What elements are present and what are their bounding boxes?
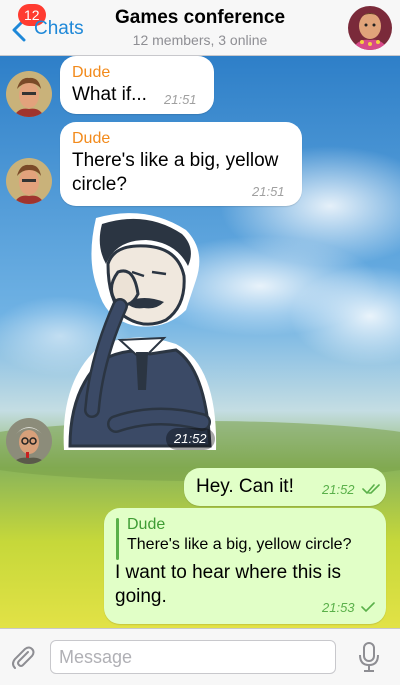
microphone-icon[interactable] xyxy=(356,641,382,673)
message-list[interactable]: Dude What if... 21:51 Dude There's like … xyxy=(0,56,400,628)
message-text-line: There's like a big, yellow xyxy=(72,150,279,171)
sender-avatar[interactable] xyxy=(6,71,52,117)
chat-title-block[interactable]: Games conference 12 members, 3 online xyxy=(94,7,306,49)
reply-quoted-text: There's like a big, yellow circle? xyxy=(127,536,352,553)
chat-header: 12 Chats Games conference 12 members, 3 … xyxy=(0,0,400,56)
sticker-time: 21:52 xyxy=(166,428,215,450)
sender-name: Dude xyxy=(72,130,111,147)
back-button[interactable]: 12 Chats xyxy=(6,4,98,46)
reply-sender-name: Dude xyxy=(127,516,166,533)
chat-title: Games conference xyxy=(114,7,286,28)
back-label: Chats xyxy=(34,18,84,39)
message-bubble[interactable]: Dude There's like a big, yellow circle? … xyxy=(60,122,302,206)
paperclip-icon[interactable] xyxy=(8,643,36,671)
sender-avatar[interactable] xyxy=(6,158,52,204)
group-avatar[interactable] xyxy=(348,6,392,50)
sender-name: Dude xyxy=(72,64,111,81)
message-time: 21:52 xyxy=(322,482,355,497)
message-time: 21:53 xyxy=(322,600,355,615)
sender-avatar[interactable] xyxy=(6,418,52,464)
message-time: 21:51 xyxy=(252,184,285,199)
reply-indicator xyxy=(116,518,119,560)
message-bubble-outgoing[interactable]: Dude There's like a big, yellow circle? … xyxy=(104,508,386,624)
message-bubble-outgoing[interactable]: Hey. Can it! 21:52 xyxy=(184,468,386,506)
message-time: 21:51 xyxy=(164,92,197,107)
facepalm-sticker[interactable] xyxy=(56,210,222,458)
double-check-icon xyxy=(362,484,380,495)
composer-bar xyxy=(0,628,400,685)
chat-subtitle: 12 members, 3 online xyxy=(132,32,268,48)
check-icon xyxy=(361,602,375,613)
message-text-line: I want to hear where this is xyxy=(115,562,341,583)
message-bubble[interactable]: Dude What if... 21:51 xyxy=(60,56,214,114)
message-input[interactable] xyxy=(50,640,336,674)
